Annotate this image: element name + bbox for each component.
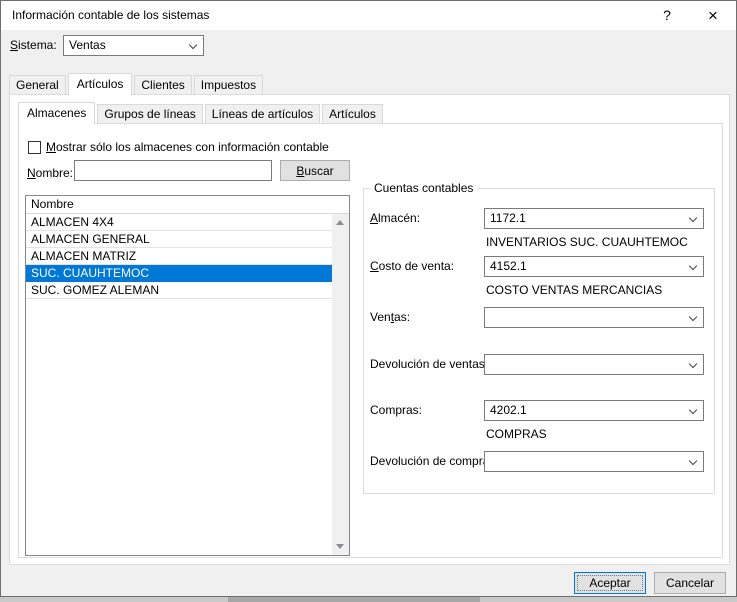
account-combo-value: 4202.1 xyxy=(490,401,683,420)
tab-articulos-detalle[interactable]: Artículos xyxy=(322,104,383,123)
accept-button[interactable]: Aceptar xyxy=(574,572,646,594)
warehouse-list: Nombre ALMACEN 4X4 ALMACEN GENERAL ALMAC… xyxy=(25,195,350,556)
show-only-accounting-label: Mostrar sólo los almacenes con informaci… xyxy=(46,140,329,154)
account-label: Almacén: xyxy=(370,211,420,225)
tab-almacenes[interactable]: Almacenes xyxy=(18,102,95,124)
account-description: COMPRAS xyxy=(486,427,547,441)
help-icon: ? xyxy=(663,7,671,23)
list-row[interactable]: SUC. GOMEZ ALEMAN xyxy=(26,282,332,299)
account-combo[interactable]: 4202.1 xyxy=(484,400,704,421)
account-combo[interactable]: 1172.1 xyxy=(484,208,704,229)
inner-tab-strip: Almacenes Grupos de líneas Líneas de art… xyxy=(18,102,385,123)
dialog-window: Información contable de los sistemas ? ×… xyxy=(0,0,737,597)
account-combo[interactable] xyxy=(484,354,704,375)
background-window-strip xyxy=(0,597,737,602)
list-row[interactable]: ALMACEN 4X4 xyxy=(26,214,332,231)
window-title: Información contable de los sistemas xyxy=(12,1,209,30)
titlebar[interactable]: Información contable de los sistemas ? × xyxy=(1,1,736,30)
account-row-devolucion-compras: Devolución de compras: xyxy=(364,451,714,501)
list-row-selected[interactable]: SUC. CUAUHTEMOC xyxy=(26,265,332,282)
outer-tab-panel: Almacenes Grupos de líneas Líneas de art… xyxy=(9,94,730,565)
chevron-down-icon xyxy=(689,214,697,222)
system-label: Sistema: xyxy=(10,38,57,52)
account-row-devolucion-ventas: Devolución de ventas: xyxy=(364,354,714,404)
show-only-accounting-checkbox[interactable] xyxy=(28,141,41,154)
background-artifact xyxy=(228,597,480,602)
account-row-costo-venta: Costo de venta: 4152.1 COSTO VENTAS MERC… xyxy=(364,256,714,306)
accounts-group-title: Cuentas contables xyxy=(370,181,477,195)
list-row[interactable]: ALMACEN GENERAL xyxy=(26,231,332,248)
list-body: ALMACEN 4X4 ALMACEN GENERAL ALMACEN MATR… xyxy=(26,214,349,555)
chevron-down-icon xyxy=(689,360,697,368)
triangle-down-icon xyxy=(336,544,344,549)
system-combo-value: Ventas xyxy=(69,36,183,55)
account-row-compras: Compras: 4202.1 COMPRAS xyxy=(364,400,714,450)
chevron-down-icon xyxy=(689,313,697,321)
account-label: Devolución de compras: xyxy=(370,454,499,468)
name-input[interactable] xyxy=(74,160,272,181)
system-combo[interactable]: Ventas xyxy=(63,35,204,56)
inner-tab-panel: Mostrar sólo los almacenes con informaci… xyxy=(18,123,723,558)
chevron-down-icon xyxy=(689,457,697,465)
account-row-ventas: Ventas: xyxy=(364,307,714,357)
account-description: INVENTARIOS SUC. CUAUHTEMOC xyxy=(486,235,688,249)
account-combo[interactable] xyxy=(484,307,704,328)
account-combo-value: 4152.1 xyxy=(490,257,683,276)
tab-clientes[interactable]: Clientes xyxy=(134,75,191,94)
triangle-up-icon xyxy=(336,220,344,225)
search-button[interactable]: Buscar xyxy=(280,160,350,181)
list-row[interactable]: ALMACEN MATRIZ xyxy=(26,248,332,265)
account-row-almacen: Almacén: 1172.1 INVENTARIOS SUC. CUAUHTE… xyxy=(364,208,714,258)
tab-articulos[interactable]: Artículos xyxy=(68,73,133,95)
cancel-button[interactable]: Cancelar xyxy=(654,572,726,594)
help-button[interactable]: ? xyxy=(650,1,684,30)
tab-general[interactable]: General xyxy=(9,75,66,94)
chevron-down-icon xyxy=(689,262,697,270)
scroll-up-button[interactable] xyxy=(332,214,349,231)
list-scrollbar[interactable] xyxy=(332,214,349,555)
close-button[interactable]: × xyxy=(696,1,730,30)
name-label: Nombre: xyxy=(27,166,73,180)
scroll-down-button[interactable] xyxy=(332,538,349,555)
outer-tab-strip: General Artículos Clientes Impuestos xyxy=(9,73,265,94)
account-combo[interactable]: 4152.1 xyxy=(484,256,704,277)
tab-impuestos[interactable]: Impuestos xyxy=(194,75,263,94)
tab-grupos-de-lineas[interactable]: Grupos de líneas xyxy=(97,104,202,123)
account-label: Ventas: xyxy=(370,310,410,324)
account-combo[interactable] xyxy=(484,451,704,472)
tab-lineas-de-articulos[interactable]: Líneas de artículos xyxy=(205,104,320,123)
accounts-groupbox: Cuentas contables Almacén: 1172.1 INVENT… xyxy=(363,188,715,494)
chevron-down-icon xyxy=(689,406,697,414)
close-icon: × xyxy=(708,6,718,25)
account-label: Costo de venta: xyxy=(370,259,454,273)
account-description: COSTO VENTAS MERCANCIAS xyxy=(486,283,662,297)
account-combo-value: 1172.1 xyxy=(490,209,683,228)
chevron-down-icon xyxy=(189,41,197,49)
account-label: Compras: xyxy=(370,403,422,417)
account-label: Devolución de ventas: xyxy=(370,357,488,371)
list-column-header[interactable]: Nombre xyxy=(26,196,349,214)
